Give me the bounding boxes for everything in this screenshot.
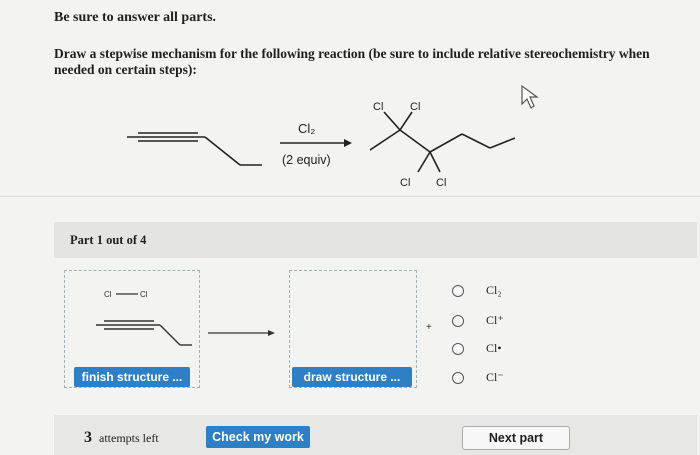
conditions-label: (2 equiv) [282, 153, 331, 167]
product-cl-4: Cl [436, 177, 446, 189]
radio-button[interactable] [452, 342, 464, 355]
mouse-cursor-icon [521, 84, 539, 109]
reactant-alkyne [127, 132, 262, 166]
product-cl-3: Cl [400, 177, 410, 189]
section-divider [0, 196, 700, 197]
footer-bar: 3 attempts left Check my work Next part [54, 415, 697, 455]
option-cl2[interactable]: Cl₂ [452, 283, 502, 298]
option-cl-anion[interactable]: Cl⁻ [452, 370, 504, 385]
finish-structure-button[interactable]: finish structure ... [74, 367, 190, 387]
option-label: Cl⁻ [486, 370, 504, 384]
draw-structure-button[interactable]: draw structure ... [292, 367, 412, 387]
reaction-arrow [280, 139, 352, 147]
radio-button[interactable] [452, 314, 464, 327]
attempts-text: attempts left [99, 431, 159, 445]
option-cl-radical[interactable]: Cl• [452, 341, 502, 356]
attempts-number: 3 [84, 429, 92, 446]
option-cl-cation[interactable]: Cl⁺ [452, 313, 504, 328]
step-arrow [208, 330, 275, 336]
part-label: Part 1 out of 4 [70, 233, 147, 247]
radio-button[interactable] [452, 284, 464, 297]
product-cl-1: Cl [373, 101, 383, 113]
product-tetrachloride [369, 111, 516, 173]
next-part-button[interactable]: Next part [462, 426, 570, 450]
part-header-bar: Part 1 out of 4 [54, 222, 697, 258]
attempts-counter: 3 attempts left [84, 429, 159, 447]
question-page: Be sure to answer all parts. Draw a step… [0, 0, 700, 455]
option-label: Cl• [486, 341, 502, 355]
reaction-scheme: Cl₂ (2 equiv) Cl Cl Cl Cl [127, 84, 539, 189]
plus-sign: + [426, 322, 432, 333]
reagent-label: Cl₂ [298, 121, 315, 136]
option-label: Cl⁺ [486, 313, 504, 327]
product-cl-2: Cl [410, 101, 420, 113]
radio-button[interactable] [452, 371, 464, 384]
check-my-work-button[interactable]: Check my work [206, 426, 310, 448]
option-label: Cl₂ [486, 283, 502, 297]
